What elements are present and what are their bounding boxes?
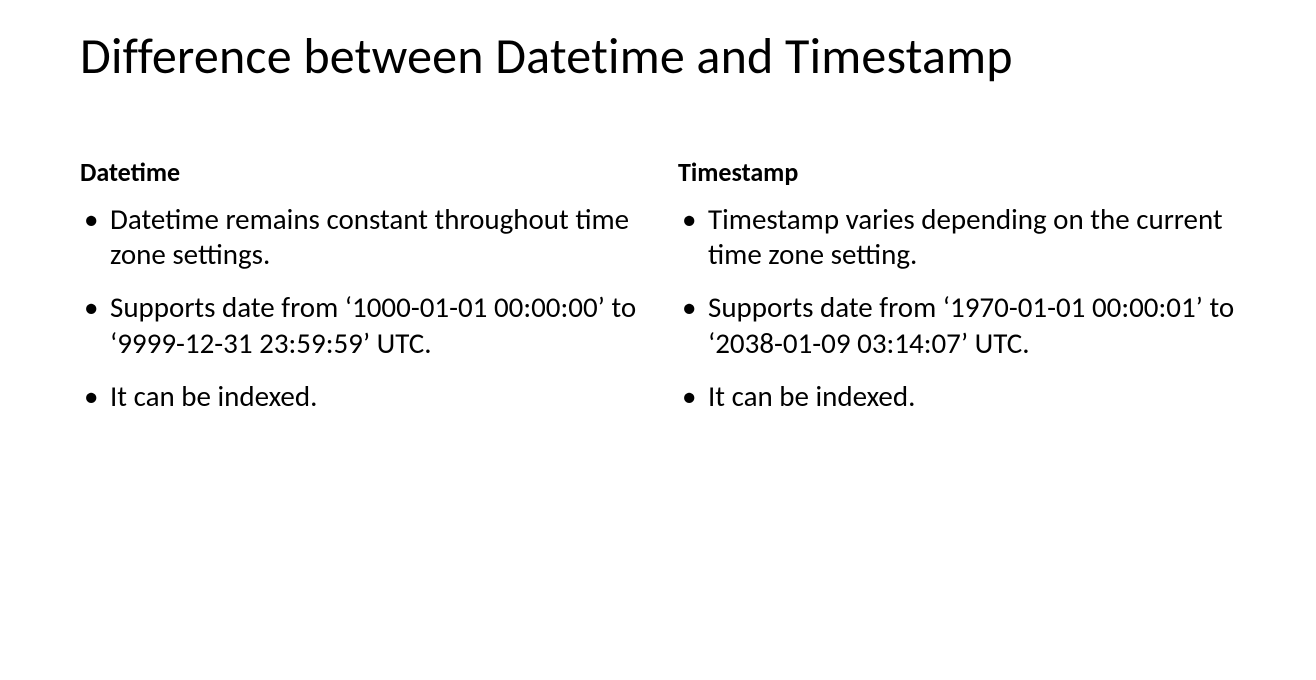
- slide: Difference between Datetime and Timestam…: [0, 0, 1316, 680]
- bullet-list-datetime: Datetime remains constant throughout tim…: [80, 202, 638, 415]
- list-item: Supports date from ‘1970-01-01 00:00:01’…: [678, 290, 1236, 361]
- column-datetime: Datetime Datetime remains constant throu…: [80, 156, 638, 433]
- columns-container: Datetime Datetime remains constant throu…: [80, 156, 1236, 433]
- column-heading: Datetime: [80, 156, 638, 188]
- column-timestamp: Timestamp Timestamp varies depending on …: [678, 156, 1236, 433]
- list-item: It can be indexed.: [678, 379, 1236, 414]
- list-item: Supports date from ‘1000-01-01 00:00:00’…: [80, 290, 638, 361]
- slide-title: Difference between Datetime and Timestam…: [80, 28, 1236, 86]
- list-item: It can be indexed.: [80, 379, 638, 414]
- column-heading: Timestamp: [678, 156, 1236, 188]
- list-item: Datetime remains constant throughout tim…: [80, 202, 638, 273]
- list-item: Timestamp varies depending on the curren…: [678, 202, 1236, 273]
- bullet-list-timestamp: Timestamp varies depending on the curren…: [678, 202, 1236, 415]
